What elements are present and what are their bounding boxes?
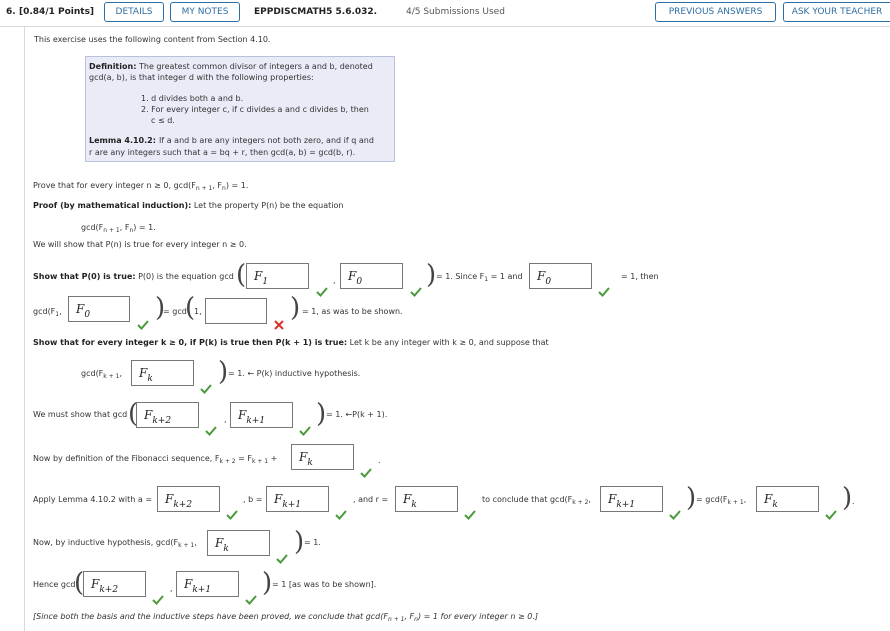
conclude-text: to conclude that gcd(Fk + 2, — [482, 495, 591, 506]
gcd-label: gcd(F1, — [33, 307, 62, 318]
lemma-text-2: r are any integers such that a = bq + r,… — [89, 148, 356, 157]
lemma-text-1: If a and b are any integers not both zer… — [159, 136, 374, 145]
hypothesis-text: = 1. ← P(k) inductive hypothesis. — [228, 369, 361, 378]
close-paren: ) — [842, 483, 853, 513]
basis-statement: Show that P(0) is true: P(0) is the equa… — [33, 272, 234, 281]
answer-field[interactable]: F0 — [529, 263, 592, 289]
answer-field[interactable]: Fk — [291, 444, 354, 470]
answer-field[interactable]: Fk+1 — [600, 486, 663, 512]
answer-field[interactable]: Fk+2 — [157, 486, 220, 512]
correct-check-icon — [410, 287, 422, 297]
details-button[interactable]: DETAILS — [104, 2, 164, 22]
question-number: 6. — [6, 7, 16, 17]
correct-check-icon — [200, 384, 212, 394]
correct-check-icon — [598, 287, 610, 297]
answer-field[interactable]: Fk — [395, 486, 458, 512]
lemma-label: Lemma 4.10.2: — [89, 136, 156, 145]
equals-gcd: = gcd — [163, 307, 187, 316]
correct-check-icon — [276, 554, 288, 564]
previous-answers-button[interactable]: PREVIOUS ANSWERS — [655, 2, 776, 22]
answer-field[interactable]: F0 — [340, 263, 403, 289]
correct-check-icon — [205, 426, 217, 436]
as-shown-text: = 1, as was to be shown. — [302, 307, 403, 316]
definition-text-1: The greatest common divisor of integers … — [139, 62, 373, 71]
inductive-statement: Show that for every integer k ≥ 0, if P(… — [33, 338, 549, 347]
and-r-equals: , and r = — [353, 495, 389, 504]
problem-id: EPPDISCMATH5 5.6.032. — [254, 7, 378, 17]
close-paren: ) — [262, 568, 273, 598]
final-conclusion: [Since both the basis and the inductive … — [33, 612, 538, 623]
answer-field[interactable]: Fk+1 — [230, 402, 293, 428]
content-divider — [24, 26, 25, 631]
answer-field[interactable]: Fk — [756, 486, 819, 512]
submissions-count: 4/5 Submissions Used — [406, 7, 505, 17]
will-show-text: We will show that P(n) is true for every… — [33, 240, 247, 249]
hence-suffix: = 1 [as was to be shown]. — [272, 580, 377, 589]
answer-field[interactable]: Fk+1 — [176, 571, 239, 597]
answer-field[interactable]: Fk — [207, 530, 270, 556]
equals-one: = 1. — [304, 538, 321, 547]
definition-item-2b: c ≤ d. — [151, 116, 175, 125]
proof-intro: Proof (by mathematical induction): Let t… — [33, 201, 344, 210]
period: . — [378, 456, 381, 465]
prove-statement: Prove that for every integer n ≥ 0, gcd(… — [33, 181, 249, 192]
close-paren: ) — [426, 260, 437, 290]
equals-gcd-2: = gcd(Fk + 1, — [696, 495, 747, 506]
my-notes-button[interactable]: MY NOTES — [170, 2, 240, 22]
hence-text: Hence gcd — [33, 580, 76, 589]
close-paren: ) — [686, 483, 697, 513]
correct-check-icon — [335, 510, 347, 520]
intro-text: This exercise uses the following content… — [34, 35, 271, 44]
answer-field[interactable]: Fk+2 — [136, 402, 199, 428]
definition-item-2: 2. For every integer c, if c divides a a… — [141, 105, 369, 114]
close-paren: ) — [294, 527, 305, 557]
property-equation: gcd(Fn + 1, Fn) = 1. — [81, 223, 156, 234]
comma: , — [333, 276, 336, 285]
correct-check-icon — [316, 287, 328, 297]
close-paren: ) — [218, 357, 229, 387]
basis-then-text: = 1, then — [621, 272, 659, 281]
comma: , — [170, 584, 173, 593]
period: . — [852, 497, 855, 506]
comma: , — [224, 415, 227, 424]
must-show-suffix: = 1. ←P(k + 1). — [326, 410, 388, 419]
basis-since-text: = 1. Since F1 = 1 and — [436, 272, 523, 283]
b-equals: , b = — [243, 495, 263, 504]
one-comma: 1, — [194, 307, 202, 316]
answer-field[interactable]: Fk — [131, 360, 194, 386]
correct-check-icon — [464, 510, 476, 520]
answer-field[interactable]: F0 — [68, 296, 130, 322]
correct-check-icon — [669, 510, 681, 520]
open-paren: ( — [236, 260, 247, 290]
close-paren: ) — [290, 293, 301, 323]
close-paren: ) — [316, 399, 327, 429]
answer-field[interactable]: Fk+2 — [83, 571, 146, 597]
definition-item-1: 1. d divides both a and b. — [141, 94, 244, 103]
definition-text-2: gcd(a, b), is that integer d with the fo… — [89, 73, 314, 82]
apply-lemma-text: Apply Lemma 4.10.2 with a = — [33, 495, 153, 504]
now-hypothesis-text: Now, by inductive hypothesis, gcd(Fk + 1… — [33, 538, 197, 549]
correct-check-icon — [360, 468, 372, 478]
answer-field[interactable]: F1 — [246, 263, 309, 289]
points-label: [0.84/1 Points] — [19, 7, 95, 17]
fibonacci-text: Now by definition of the Fibonacci seque… — [33, 454, 278, 465]
correct-check-icon — [245, 595, 257, 605]
ask-teacher-button[interactable]: ASK YOUR TEACHER — [783, 2, 890, 22]
definition-label: Definition: — [89, 62, 137, 71]
correct-check-icon — [825, 510, 837, 520]
answer-field[interactable] — [205, 298, 267, 324]
hypothesis-gcd: gcd(Fk + 1, — [81, 369, 122, 380]
correct-check-icon — [299, 426, 311, 436]
correct-check-icon — [152, 595, 164, 605]
correct-check-icon — [137, 320, 149, 330]
must-show-text: We must show that gcd — [33, 410, 128, 419]
correct-check-icon — [226, 510, 238, 520]
answer-field[interactable]: Fk+1 — [266, 486, 329, 512]
incorrect-cross-icon — [274, 320, 284, 330]
